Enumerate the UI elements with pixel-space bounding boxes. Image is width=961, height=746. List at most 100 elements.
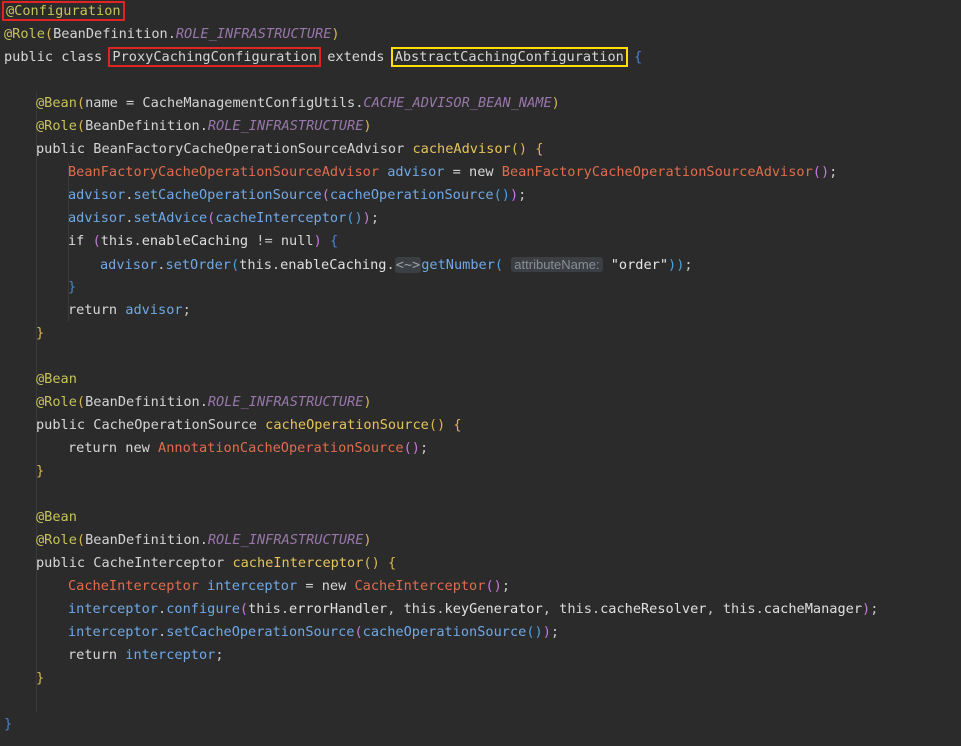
code-line-12: advisor.setOrder(this.enableCaching.<~>g… (100, 257, 693, 273)
code-line-20: return new AnnotationCacheOperationSourc… (68, 440, 429, 456)
field: cacheResolver (600, 601, 707, 617)
code-line-24: @Role(BeanDefinition.ROLE_INFRASTRUCTURE… (36, 532, 372, 548)
type-ref: BeanFactoryCacheOperationSourceAdvisor (93, 141, 405, 157)
keyword: this (239, 257, 272, 273)
class-ref: CacheManagementConfigUtils (142, 95, 356, 111)
type-ref: BeanFactoryCacheOperationSourceAdvisor (68, 164, 379, 180)
code-line-14: return advisor; (68, 302, 191, 318)
method-call: setCacheOperationSource (133, 187, 322, 203)
method-call: getNumber (421, 257, 495, 273)
class-name-highlight: ProxyCachingConfiguration (108, 47, 322, 67)
method-declaration: cacheOperationSource (265, 417, 429, 433)
keyword: this (100, 233, 134, 249)
keyword: return (68, 647, 118, 663)
keyword: new (469, 164, 494, 180)
code-line-19: public CacheOperationSource cacheOperati… (36, 417, 462, 433)
variable: interceptor (125, 647, 216, 663)
class-ref: BeanDefinition (53, 26, 168, 42)
code-line-2: @Role(BeanDefinition.ROLE_INFRASTRUCTURE… (4, 26, 340, 42)
method-call: setAdvice (133, 210, 208, 226)
keyword: return (68, 440, 118, 456)
code-line-13: } (68, 279, 77, 295)
superclass-name-highlight: AbstractCachingConfiguration (390, 47, 628, 67)
paren: ) (331, 26, 340, 42)
keyword: extends (327, 49, 385, 65)
variable: interceptor (68, 624, 159, 640)
code-line-11: if (this.enableCaching != null) { (68, 233, 339, 249)
constant: CACHE_ADVISOR_BEAN_NAME (363, 95, 552, 111)
keyword: if (68, 233, 85, 249)
keyword: this (403, 601, 437, 617)
keyword: this (722, 601, 756, 617)
code-line-21: } (36, 463, 45, 479)
code-line-28: interceptor.setCacheOperationSource(cach… (68, 624, 560, 640)
variable: advisor (387, 164, 445, 180)
keyword: class (61, 49, 103, 65)
field: enableCaching (141, 233, 249, 249)
code-line-23: @Bean (36, 506, 77, 529)
keyword: this (559, 601, 592, 617)
folded-code-marker[interactable]: <~> (394, 257, 422, 273)
code-line-32: } (4, 716, 13, 732)
constructor-call: BeanFactoryCacheOperationSourceAdvisor (501, 164, 813, 180)
role-annotation: @Role (36, 532, 77, 548)
method-declaration: cacheAdvisor (412, 141, 511, 157)
param-name: name (85, 95, 118, 111)
method-call: cacheOperationSource (362, 624, 527, 640)
keyword: new (125, 440, 150, 456)
field: errorHandler (289, 601, 388, 617)
code-line-17: @Bean (36, 368, 77, 391)
code-line-26: CacheInterceptor interceptor = new Cache… (68, 578, 510, 594)
variable: advisor (68, 187, 126, 203)
variable: interceptor (68, 601, 159, 617)
variable: advisor (68, 210, 126, 226)
variable: advisor (100, 257, 158, 273)
code-line-9: advisor.setCacheOperationSource(cacheOpe… (68, 187, 527, 203)
method-call: cacheInterceptor (215, 210, 347, 226)
constant: ROLE_INFRASTRUCTURE (207, 532, 364, 548)
role-annotation: @Role (36, 118, 77, 134)
code-editor[interactable]: @Configuration @Role(BeanDefinition.ROLE… (0, 0, 961, 746)
type-ref: CacheInterceptor (93, 555, 225, 571)
keyword: public (4, 49, 54, 65)
code-line-27: interceptor.configure(this.errorHandler,… (68, 601, 879, 617)
variable: advisor (125, 302, 183, 318)
keyword: this (248, 601, 281, 617)
method-declaration: cacheInterceptor (232, 555, 364, 571)
configuration-annotation: @Configuration (2, 1, 125, 21)
code-line-7: public BeanFactoryCacheOperationSourceAd… (36, 141, 544, 157)
keyword: new (321, 578, 347, 594)
code-line-3: public class ProxyCachingConfiguration e… (4, 47, 643, 67)
code-line-5: @Bean(name = CacheManagementConfigUtils.… (36, 95, 560, 111)
method-call: configure (166, 601, 240, 617)
variable: interceptor (207, 578, 298, 594)
bean-annotation: @Bean (36, 371, 77, 387)
type-ref: CacheOperationSource (93, 417, 257, 433)
bean-annotation: @Bean (36, 95, 77, 111)
field: enableCaching (280, 257, 387, 273)
role-annotation: @Role (36, 394, 77, 410)
code-line-15: } (36, 325, 45, 341)
method-call: cacheOperationSource (329, 187, 494, 203)
class-ref: BeanDefinition (85, 118, 200, 134)
code-line-18: @Role(BeanDefinition.ROLE_INFRASTRUCTURE… (36, 394, 372, 410)
keyword: public (36, 417, 86, 433)
constructor-call: AnnotationCacheOperationSource (158, 440, 404, 456)
operator: != (256, 233, 273, 249)
code-line-8: BeanFactoryCacheOperationSourceAdvisor a… (68, 164, 838, 180)
paren: ( (44, 26, 54, 42)
role-annotation: @Role (4, 26, 45, 42)
class-ref: BeanDefinition (85, 532, 200, 548)
code-line-29: return interceptor; (68, 647, 224, 663)
keyword: null (280, 233, 314, 249)
keyword: public (36, 555, 86, 571)
field: cacheManager (763, 601, 863, 617)
constant: ROLE_INFRASTRUCTURE (207, 394, 364, 410)
parameter-hint: attributeName: (511, 257, 603, 272)
string-literal: "order" (610, 257, 669, 273)
keyword: return (68, 302, 118, 318)
code-line-6: @Role(BeanDefinition.ROLE_INFRASTRUCTURE… (36, 118, 372, 134)
code-line-1: @Configuration (2, 0, 125, 23)
keyword: public (36, 141, 86, 157)
method-call: setOrder (165, 257, 231, 273)
